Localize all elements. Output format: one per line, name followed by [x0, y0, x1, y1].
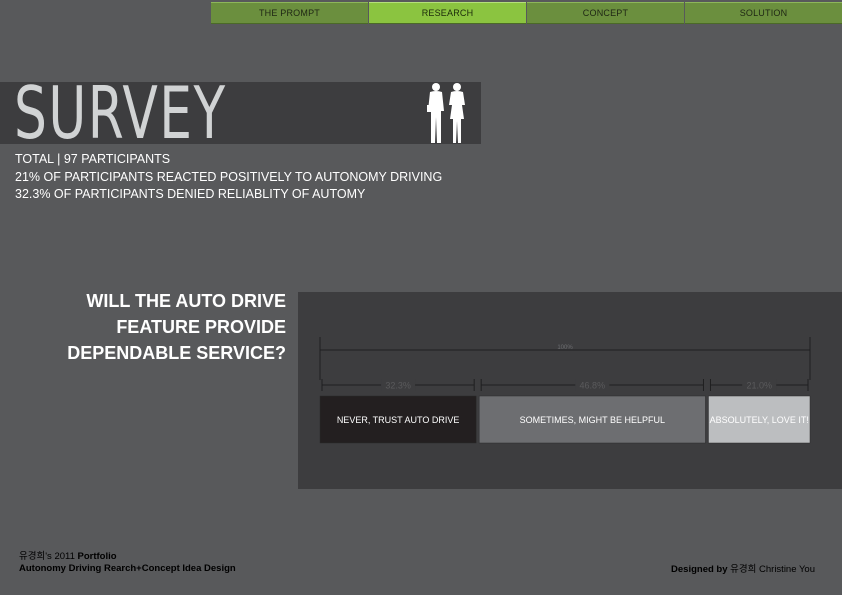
question-line-1: WILL THE AUTO DRIVE — [86, 291, 286, 311]
page-title: SURVEY — [14, 71, 227, 155]
business-people-icon — [427, 83, 465, 143]
footer-designed-by: Designed by — [671, 564, 728, 575]
tab-research[interactable]: RESEARCH — [369, 2, 526, 24]
value-label: 32.3% — [385, 381, 411, 391]
bar-category-label: SOMETIMES, MIGHT BE HELPFUL — [520, 415, 665, 425]
footer-portfolio-line-1: 유경희's 2011 Portfolio — [19, 551, 236, 563]
stat-total: TOTAL | 97 PARTICIPANTS — [15, 152, 171, 166]
tab-concept[interactable]: CONCEPT — [527, 2, 684, 24]
stat-denied: 32.3% OF PARTICIPANTS DENIED RELIABLITY … — [15, 187, 366, 201]
top-nav: THE PROMPT RESEARCH CONCEPT SOLUTION — [211, 2, 842, 24]
footer-portfolio: 유경희's 2011 Portfolio Autonomy Driving Re… — [19, 551, 236, 575]
question-line-2: FEATURE PROVIDE — [116, 317, 286, 337]
footer-credit: Designed by 유경희 Christine You — [671, 561, 815, 575]
value-label: 21.0% — [746, 381, 772, 391]
chart-panel: 100% 32.3% NEVER, TRUST AUTO DRIVE 46.8% SOM… — [298, 292, 842, 489]
question-line-3: DEPENDABLE SERVICE? — [67, 343, 286, 363]
footer-project-title: Autonomy Driving Rearch+Concept Idea Des… — [19, 563, 236, 574]
value-label: 46.8% — [580, 381, 606, 391]
footer-author-name: 유경희 — [19, 551, 46, 562]
stacked-bar-chart: 100% 32.3% NEVER, TRUST AUTO DRIVE 46.8% SOM… — [319, 337, 811, 444]
footer-portfolio-word: Portfolio — [77, 551, 117, 562]
survey-question: WILL THE AUTO DRIVE FEATURE PROVIDE DEPE… — [6, 288, 286, 366]
footer-designer-name: 유경희 Christine You — [727, 564, 815, 575]
total-label: 100% — [557, 345, 573, 351]
footer-year: 's 2011 — [45, 551, 78, 562]
bar-category-label: ABSOLUTELY, LOVE IT! — [710, 415, 809, 425]
tab-solution[interactable]: SOLUTION — [685, 2, 842, 24]
bar-category-label: NEVER, TRUST AUTO DRIVE — [337, 415, 460, 425]
stat-positive: 21% OF PARTICIPANTS REACTED POSITIVELY T… — [15, 169, 443, 184]
survey-stats: TOTAL | 97 PARTICIPANTS 21% OF PARTICIPA… — [15, 151, 442, 204]
tab-the-prompt[interactable]: THE PROMPT — [211, 2, 368, 24]
